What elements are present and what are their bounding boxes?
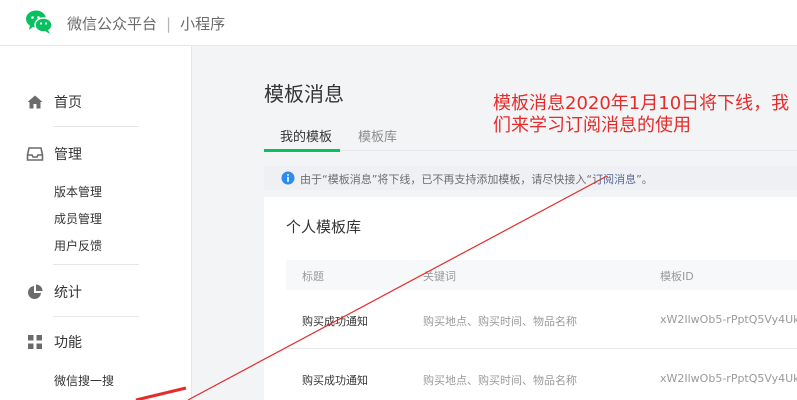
tabs-divider — [264, 150, 797, 151]
sidebar-divider — [53, 126, 139, 127]
column-header-title: 标题 — [302, 270, 324, 283]
subscribe-message-link[interactable]: 订阅消息 — [592, 173, 636, 186]
notice-suffix: ”。 — [636, 173, 653, 186]
page-title: 模板消息 — [264, 82, 344, 106]
sidebar-item-label: 首页 — [54, 95, 82, 111]
brand-name: 微信公众平台 — [67, 15, 158, 33]
sidebar-item-stats[interactable]: 统计 — [26, 281, 82, 303]
table-cell-title: 购买成功通知 — [302, 374, 368, 387]
active-tab-indicator — [264, 149, 340, 152]
table-cell-template-id[interactable]: xW2IlwOb5-rPptQ5Vy4Uks — [660, 313, 797, 326]
sidebar-divider — [53, 264, 139, 265]
table-cell-title: 购买成功通知 — [302, 315, 368, 328]
notice-text: 由于“模板消息”将下线，已不再支持添加模板，请尽快接入“订阅消息”。 — [300, 171, 653, 187]
notice-banner: 由于“模板消息”将下线，已不再支持添加模板，请尽快接入“订阅消息”。 — [264, 166, 797, 190]
tab-my-templates[interactable]: 我的模板 — [280, 126, 332, 145]
table-cell-keywords: 购买地点、购买时间、物品名称 — [423, 315, 577, 328]
top-header: 微信公众平台 | 小程序 — [0, 0, 797, 46]
brand-product: 小程序 — [180, 15, 226, 33]
table-cell-keywords: 购买地点、购买时间、物品名称 — [423, 374, 577, 387]
sidebar-item-version-manage[interactable]: 版本管理 — [54, 183, 102, 200]
table-row-divider — [286, 348, 797, 349]
column-header-keywords: 关键词 — [423, 270, 456, 283]
pie-chart-icon — [28, 284, 43, 299]
sidebar-item-manage[interactable]: 管理 — [26, 143, 82, 165]
table-header — [286, 260, 797, 290]
sidebar-item-label: 管理 — [54, 147, 82, 163]
inbox-icon — [26, 147, 44, 161]
info-icon — [281, 171, 295, 185]
sidebar-item-home[interactable]: 首页 — [26, 91, 82, 113]
notice-prefix: 由于“模板消息”将下线，已不再支持添加模板，请尽快接入“ — [300, 173, 593, 186]
annotation-text: 模板消息2020年1月10日将下线，我们来学习订阅消息的使用 — [493, 93, 790, 136]
sidebar-item-member-manage[interactable]: 成员管理 — [54, 210, 102, 227]
sidebar-item-wechat-search[interactable]: 微信搜一搜 — [54, 372, 114, 389]
sidebar-divider — [53, 316, 139, 317]
sidebar-item-features[interactable]: 功能 — [26, 331, 82, 353]
home-icon — [27, 95, 43, 109]
column-header-template-id: 模板ID — [660, 270, 694, 283]
brand-separator: | — [166, 15, 172, 33]
wechat-logo-icon[interactable] — [25, 9, 53, 35]
grid-icon — [28, 335, 42, 349]
sidebar-item-label: 统计 — [54, 285, 82, 301]
table-cell-template-id[interactable]: xW2IlwOb5-rPptQ5Vy4Ukh — [660, 372, 797, 385]
brand-title: 微信公众平台 | 小程序 — [67, 13, 225, 34]
sidebar-item-user-feedback[interactable]: 用户反馈 — [54, 237, 102, 254]
sidebar-item-label: 功能 — [54, 335, 82, 351]
tab-template-library[interactable]: 模板库 — [358, 126, 397, 145]
panel-title: 个人模板库 — [286, 218, 362, 236]
